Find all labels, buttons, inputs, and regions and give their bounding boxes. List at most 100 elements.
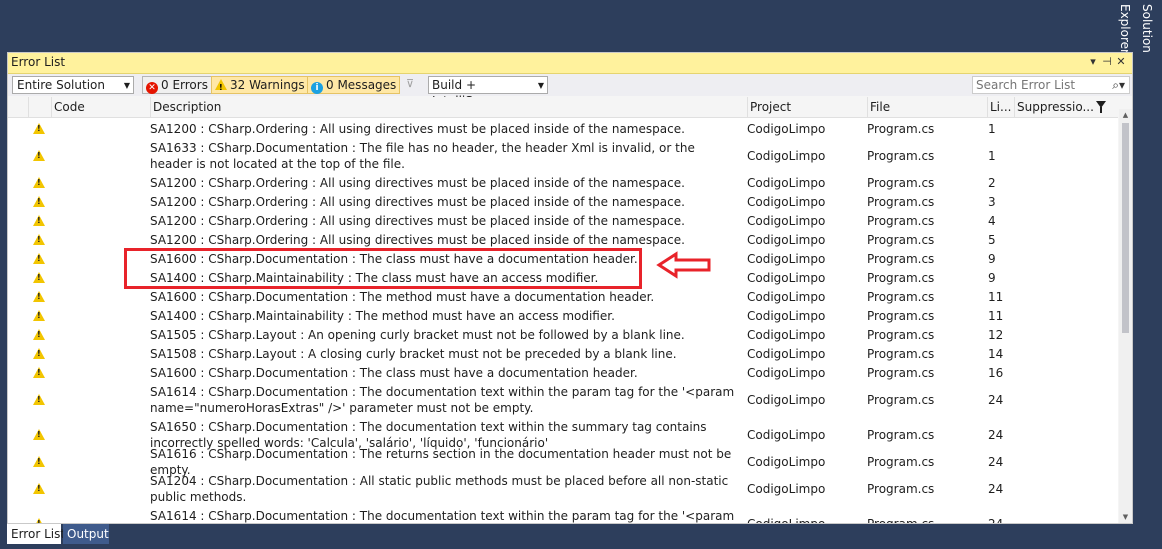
close-icon[interactable]: ✕ [1114, 54, 1128, 70]
cell-file: Program.cs [867, 287, 985, 306]
table-row[interactable]: SA1614 : CSharp.Documentation : The docu… [8, 506, 1118, 523]
cell-line: 24 [988, 417, 1012, 452]
errors-filter-button[interactable]: ✕ 0 Errors [142, 76, 212, 94]
cell-description-text: SA1633 : CSharp.Documentation : The file… [150, 140, 695, 171]
table-row[interactable]: SA1600 : CSharp.Documentation : The meth… [8, 287, 1118, 306]
cell-project-text: CodigoLimpo [747, 365, 826, 380]
cell-line: 24 [988, 471, 1012, 506]
scope-dropdown[interactable]: Entire Solution ▼ [12, 76, 134, 94]
table-row[interactable]: SA1614 : CSharp.Documentation : The docu… [8, 382, 1118, 417]
cell-description-text: SA1614 : CSharp.Documentation : The docu… [150, 508, 735, 523]
pin-icon[interactable]: ⊣ [1100, 54, 1114, 70]
column-header-suppression[interactable]: Suppressio... [1014, 97, 1094, 117]
scroll-thumb[interactable] [1122, 123, 1129, 333]
cell-file: Program.cs [867, 249, 985, 268]
scroll-down-icon[interactable]: ▼ [1119, 511, 1132, 523]
cell-line-text: 1 [988, 148, 996, 163]
table-row[interactable]: SA1400 : CSharp.Maintainability : The me… [8, 306, 1118, 325]
cell-project-text: CodigoLimpo [747, 346, 826, 361]
column-header-code[interactable]: Code [51, 97, 150, 117]
cell-file: Program.cs [867, 417, 985, 452]
column-header-line[interactable]: Li... [987, 97, 1014, 117]
cell-description: SA1600 : CSharp.Documentation : The clas… [150, 363, 740, 382]
cell-project-text: CodigoLimpo [747, 251, 826, 266]
cell-project-text: CodigoLimpo [747, 308, 826, 323]
cell-line-text: 11 [988, 289, 1004, 304]
table-row[interactable]: SA1204 : CSharp.Documentation : All stat… [8, 471, 1118, 506]
cell-project: CodigoLimpo [747, 138, 865, 173]
tab-error-list[interactable]: Error List [7, 524, 65, 544]
cell-file-text: Program.cs [867, 121, 935, 136]
cell-file: Program.cs [867, 268, 985, 287]
table-row[interactable]: SA1200 : CSharp.Ordering : All using dir… [8, 119, 1118, 138]
table-row[interactable]: SA1633 : CSharp.Documentation : The file… [8, 138, 1118, 173]
cell-file-text: Program.cs [867, 308, 935, 323]
table-row[interactable]: SA1200 : CSharp.Ordering : All using dir… [8, 173, 1118, 192]
solution-explorer-tab[interactable]: Solution Explorer [1118, 4, 1158, 98]
cell-description-text: SA1505 : CSharp.Layout : An opening curl… [150, 327, 685, 342]
scroll-up-icon[interactable]: ▲ [1119, 109, 1132, 121]
messages-filter-button[interactable]: i0 Messages [307, 76, 401, 94]
warning-icon [33, 429, 45, 440]
cell-line: 2 [988, 173, 1012, 192]
table-row[interactable]: SA1200 : CSharp.Ordering : All using dir… [8, 192, 1118, 211]
column-header: Code Description Project File Li... Supp… [8, 97, 1118, 118]
cell-description-text: SA1204 : CSharp.Documentation : All stat… [150, 473, 729, 504]
error-list-toolbar: Entire Solution ▼ ✕0 Errors 32 Warnings … [8, 74, 1132, 108]
cell-file: Program.cs [867, 211, 985, 230]
table-row[interactable]: SA1616 : CSharp.Documentation : The retu… [8, 447, 1118, 477]
cell-line: 12 [988, 325, 1012, 344]
table-row[interactable]: SA1200 : CSharp.Ordering : All using dir… [8, 230, 1118, 249]
table-row[interactable]: SA1505 : CSharp.Layout : An opening curl… [8, 325, 1118, 344]
clear-filter-icon[interactable]: ⊽ [403, 76, 417, 94]
cell-description: SA1616 : CSharp.Documentation : The retu… [150, 447, 740, 477]
table-row[interactable]: SA1600 : CSharp.Documentation : The clas… [8, 363, 1118, 382]
cell-description: SA1600 : CSharp.Documentation : The clas… [150, 249, 740, 268]
cell-project-text: CodigoLimpo [747, 454, 826, 469]
table-row[interactable]: SA1400 : CSharp.Maintainability : The cl… [8, 268, 1118, 287]
cell-line: 11 [988, 306, 1012, 325]
messages-count: 0 Messages [326, 78, 397, 92]
warnings-filter-button[interactable]: 32 Warnings [211, 76, 309, 96]
cell-description-text: SA1614 : CSharp.Documentation : The docu… [150, 384, 735, 415]
column-header-project[interactable]: Project [747, 97, 867, 117]
column-header-category[interactable] [28, 97, 51, 117]
table-row[interactable]: SA1508 : CSharp.Layout : A closing curly… [8, 344, 1118, 363]
info-icon: i [311, 82, 323, 94]
annotation-arrow-icon [656, 251, 711, 279]
cell-line: 3 [988, 192, 1012, 211]
cell-file-text: Program.cs [867, 270, 935, 285]
cell-description: SA1204 : CSharp.Documentation : All stat… [150, 471, 740, 506]
cell-description-text: SA1400 : CSharp.Maintainability : The cl… [150, 270, 599, 285]
warning-icon [33, 518, 45, 523]
warning-icon [33, 367, 45, 378]
vertical-scrollbar[interactable]: ▲ ▼ [1119, 109, 1132, 523]
search-icon[interactable]: ⌕▾ [1112, 77, 1125, 93]
warning-icon [33, 196, 45, 207]
cell-file-text: Program.cs [867, 289, 935, 304]
cell-project: CodigoLimpo [747, 306, 865, 325]
column-header-file[interactable]: File [867, 97, 987, 117]
table-row[interactable]: SA1600 : CSharp.Documentation : The clas… [8, 249, 1118, 268]
warning-icon [33, 123, 45, 134]
cell-file: Program.cs [867, 192, 985, 211]
cell-line-text: 14 [988, 346, 1004, 361]
column-header-description[interactable]: Description [150, 97, 747, 117]
cell-description-text: SA1600 : CSharp.Documentation : The meth… [150, 289, 655, 304]
cell-description: SA1614 : CSharp.Documentation : The docu… [150, 506, 740, 523]
search-input[interactable] [976, 77, 1106, 93]
table-row[interactable]: SA1200 : CSharp.Ordering : All using dir… [8, 211, 1118, 230]
window-position-menu-icon[interactable]: ▾ [1086, 54, 1100, 70]
build-source-dropdown[interactable]: Build + IntelliSense ▼ [428, 76, 548, 108]
cell-description-text: SA1508 : CSharp.Layout : A closing curly… [150, 346, 677, 361]
cell-file-text: Program.cs [867, 454, 935, 469]
tab-output[interactable]: Output [63, 524, 109, 544]
cell-project-text: CodigoLimpo [747, 148, 826, 163]
warning-icon [33, 150, 45, 161]
chevron-down-icon: ▼ [123, 81, 130, 90]
cell-file: Program.cs [867, 382, 985, 417]
cell-file-text: Program.cs [867, 392, 935, 407]
filter-icon[interactable] [1096, 101, 1106, 113]
cell-description: SA1508 : CSharp.Layout : A closing curly… [150, 344, 740, 363]
cell-file: Program.cs [867, 452, 985, 471]
